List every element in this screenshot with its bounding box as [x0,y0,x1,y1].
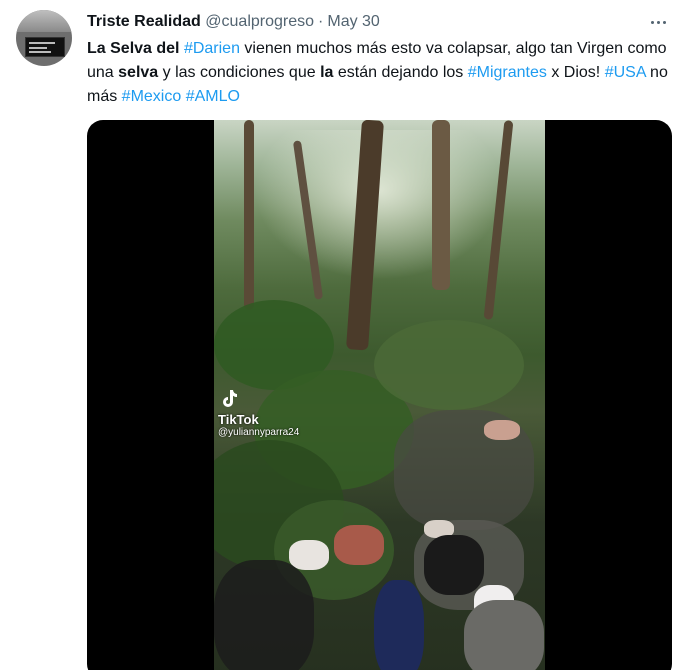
video-debris [374,580,424,670]
hashtag-link[interactable]: #Migrantes [468,64,547,81]
author-name[interactable]: Triste Realidad [87,13,201,30]
video-debris [289,540,329,570]
header-separator: · [318,13,324,30]
video-foliage [374,320,524,410]
tweet[interactable]: Triste Realidad @cualprogreso · May 30 La … [0,0,700,670]
avatar-photo-sign [25,37,65,57]
tweet-text-bold: la [320,64,334,81]
tweet-text-bold: La Selva del [87,40,184,57]
video-frame[interactable]: TikTok @yuliannyparra24 [214,120,545,670]
hashtag-link[interactable]: #AMLO [186,88,240,105]
video-debris [214,560,314,670]
tweet-header: Triste Realidad @cualprogreso · May 30 [87,12,380,32]
tiktok-brand: TikTok [218,412,259,427]
video-tree-trunk [432,120,450,290]
hashtag-link[interactable]: #Darien [184,40,240,57]
more-horizontal-icon[interactable] [646,12,670,32]
tweet-text-bold: selva [118,64,159,81]
video-media[interactable]: TikTok @yuliannyparra24 [87,120,672,670]
video-debris [464,600,544,670]
hashtag-link[interactable]: #USA [605,64,646,81]
video-debris [484,420,520,440]
tiktok-logo-icon [218,388,240,410]
video-debris [424,535,484,595]
hashtag-link[interactable]: #Mexico [122,88,182,105]
avatar[interactable] [16,10,72,66]
tiktok-username: @yuliannyparra24 [218,427,300,438]
tweet-text-segment: y las condiciones que [158,64,321,81]
author-handle[interactable]: @cualprogreso [205,13,314,30]
tweet-date[interactable]: May 30 [327,13,379,30]
tiktok-watermark: TikTok @yuliannyparra24 [218,388,299,439]
video-debris [334,525,384,565]
tweet-text-segment: x Dios! [546,64,605,81]
avatar-photo-top [16,10,72,32]
video-tree-trunk [244,120,254,310]
tweet-text-segment: están dejando los [333,64,468,81]
tweet-text: La Selva del #Darien vienen muchos más e… [87,37,672,109]
